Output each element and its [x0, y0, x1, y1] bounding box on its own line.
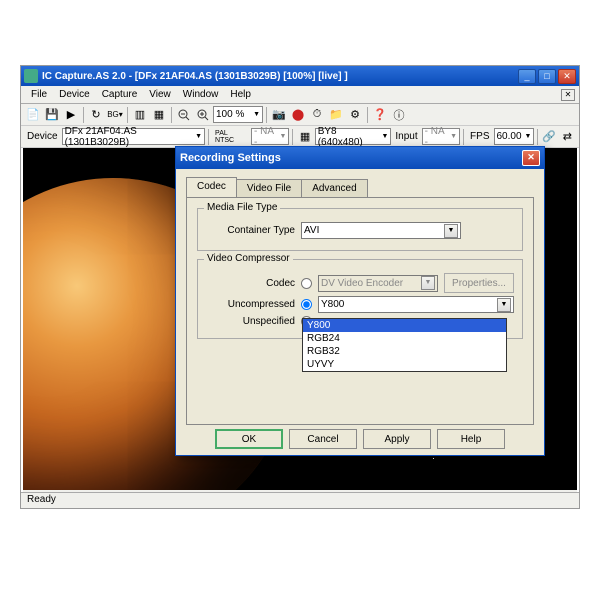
- recording-settings-dialog: Recording Settings ✕ Codec Video File Ad…: [175, 146, 545, 456]
- chevron-down-icon[interactable]: ▼: [497, 298, 511, 312]
- menu-capture[interactable]: Capture: [96, 87, 144, 102]
- fps-combo[interactable]: 60.00▼: [494, 128, 534, 145]
- zoom-combo[interactable]: 100 % ▼: [213, 106, 263, 123]
- maximize-button[interactable]: □: [538, 69, 556, 84]
- info-icon[interactable]: ⓘ: [390, 106, 408, 124]
- cascade-icon[interactable]: ▥: [131, 106, 149, 124]
- record-icon[interactable]: ⬤: [289, 106, 307, 124]
- chevron-down-icon: ▼: [522, 133, 532, 140]
- tab-video-file[interactable]: Video File: [236, 179, 302, 197]
- cancel-button[interactable]: Cancel: [289, 429, 357, 449]
- codec-radio[interactable]: [301, 278, 312, 289]
- menu-device[interactable]: Device: [53, 87, 96, 102]
- group-legend: Video Compressor: [204, 253, 293, 264]
- container-value: AVI: [304, 225, 444, 236]
- folder-icon[interactable]: 📁: [327, 106, 345, 124]
- help-pointer-icon[interactable]: ❓: [371, 106, 389, 124]
- codec-combo: DV Video Encoder ▼: [318, 275, 438, 292]
- input-combo[interactable]: - NA -▼: [422, 128, 460, 145]
- close-button[interactable]: ✕: [558, 69, 576, 84]
- unspecified-label: Unspecified: [206, 316, 301, 327]
- fps-label: FPS: [467, 131, 492, 142]
- option-rgb32[interactable]: RGB32: [303, 345, 506, 358]
- menu-help[interactable]: Help: [224, 87, 257, 102]
- format-value: BY8 (640x480): [318, 126, 379, 148]
- dialog-titlebar[interactable]: Recording Settings ✕: [176, 147, 544, 169]
- option-rgb24[interactable]: RGB24: [303, 332, 506, 345]
- new-icon[interactable]: 📄: [24, 106, 42, 124]
- container-label: Container Type: [206, 225, 301, 236]
- uncompressed-value: Y800: [321, 299, 497, 310]
- group-legend: Media File Type: [204, 202, 280, 213]
- uncompressed-dropdown[interactable]: Y800 RGB24 RGB32 UYVY: [302, 318, 507, 372]
- fps-value: 60.00: [497, 131, 522, 142]
- format-icon[interactable]: ▦: [296, 128, 313, 146]
- zoom-out-icon[interactable]: [175, 106, 193, 124]
- refresh-icon[interactable]: ↻: [87, 106, 105, 124]
- toolbar-device: Device DFx 21AF04.AS (1301B3029B)▼ PAL N…: [21, 126, 579, 148]
- menu-window[interactable]: Window: [177, 87, 225, 102]
- menu-view[interactable]: View: [143, 87, 177, 102]
- codec-value: DV Video Encoder: [321, 278, 421, 289]
- device-label: Device: [24, 131, 61, 142]
- tab-page-codec: Media File Type Container Type AVI ▼ Vid…: [186, 197, 534, 425]
- save-icon[interactable]: 💾: [43, 106, 61, 124]
- input-label: Input: [392, 131, 420, 142]
- device-value: DFx 21AF04.AS (1301B3029B): [65, 126, 193, 148]
- help-button[interactable]: Help: [437, 429, 505, 449]
- standard-indicator: PAL NTSC: [212, 130, 250, 144]
- play-icon[interactable]: ▶: [62, 106, 80, 124]
- standard-combo[interactable]: - NA -▼: [251, 128, 289, 145]
- tile-icon[interactable]: ▦: [150, 106, 168, 124]
- uncompressed-label: Uncompressed: [206, 299, 301, 310]
- apply-button[interactable]: Apply: [363, 429, 431, 449]
- input-value: - NA -: [425, 126, 448, 148]
- device-combo[interactable]: DFx 21AF04.AS (1301B3029B)▼: [62, 128, 206, 145]
- chevron-down-icon: ▼: [277, 133, 287, 140]
- settings-icon[interactable]: ⚙: [346, 106, 364, 124]
- app-icon: [24, 69, 38, 83]
- menu-file[interactable]: File: [25, 87, 53, 102]
- bg-button[interactable]: BG▾: [106, 106, 124, 124]
- chevron-down-icon: ▼: [447, 133, 457, 140]
- timer-icon[interactable]: ⏱: [308, 106, 326, 124]
- uncompressed-combo[interactable]: Y800 ▼: [318, 296, 514, 313]
- chevron-down-icon: ▼: [250, 111, 260, 118]
- container-combo[interactable]: AVI ▼: [301, 222, 461, 239]
- zoom-value: 100 %: [216, 109, 244, 120]
- option-y800[interactable]: Y800: [303, 319, 506, 332]
- ok-button[interactable]: OK: [215, 429, 283, 449]
- toolbar-main: 📄 💾 ▶ ↻ BG▾ ▥ ▦ 100 % ▼ 📷 ⬤ ⏱ 📁 ⚙ ❓ ⓘ: [21, 104, 579, 126]
- snapshot-icon[interactable]: 📷: [270, 106, 288, 124]
- group-media-file-type: Media File Type Container Type AVI ▼: [197, 208, 523, 251]
- status-bar: Ready: [21, 492, 579, 508]
- status-text: Ready: [27, 494, 56, 505]
- main-titlebar: IC Capture.AS 2.0 - [DFx 21AF04.AS (1301…: [21, 66, 579, 86]
- option-uyvy[interactable]: UYVY: [303, 358, 506, 371]
- codec-label: Codec: [206, 278, 301, 289]
- tab-codec[interactable]: Codec: [186, 177, 237, 197]
- chevron-down-icon: ▼: [192, 133, 202, 140]
- dialog-title: Recording Settings: [180, 152, 522, 164]
- uncompressed-radio[interactable]: [301, 299, 312, 310]
- dialog-close-button[interactable]: ✕: [522, 150, 540, 166]
- standard-value: - NA -: [254, 126, 277, 148]
- mdi-close-button[interactable]: ✕: [561, 89, 575, 101]
- chevron-down-icon: ▼: [378, 133, 388, 140]
- chevron-down-icon[interactable]: ▼: [444, 224, 458, 238]
- chevron-down-icon: ▼: [421, 276, 435, 290]
- properties-button: Properties...: [444, 273, 514, 293]
- tab-advanced[interactable]: Advanced: [301, 179, 367, 197]
- zoom-in-icon[interactable]: [194, 106, 212, 124]
- format-combo[interactable]: BY8 (640x480)▼: [315, 128, 392, 145]
- window-title: IC Capture.AS 2.0 - [DFx 21AF04.AS (1301…: [42, 71, 518, 82]
- menu-bar: File Device Capture View Window Help ✕: [21, 86, 579, 104]
- link-icon[interactable]: 🔗: [540, 128, 557, 146]
- adjust-icon[interactable]: ⇄: [559, 128, 576, 146]
- minimize-button[interactable]: _: [518, 69, 536, 84]
